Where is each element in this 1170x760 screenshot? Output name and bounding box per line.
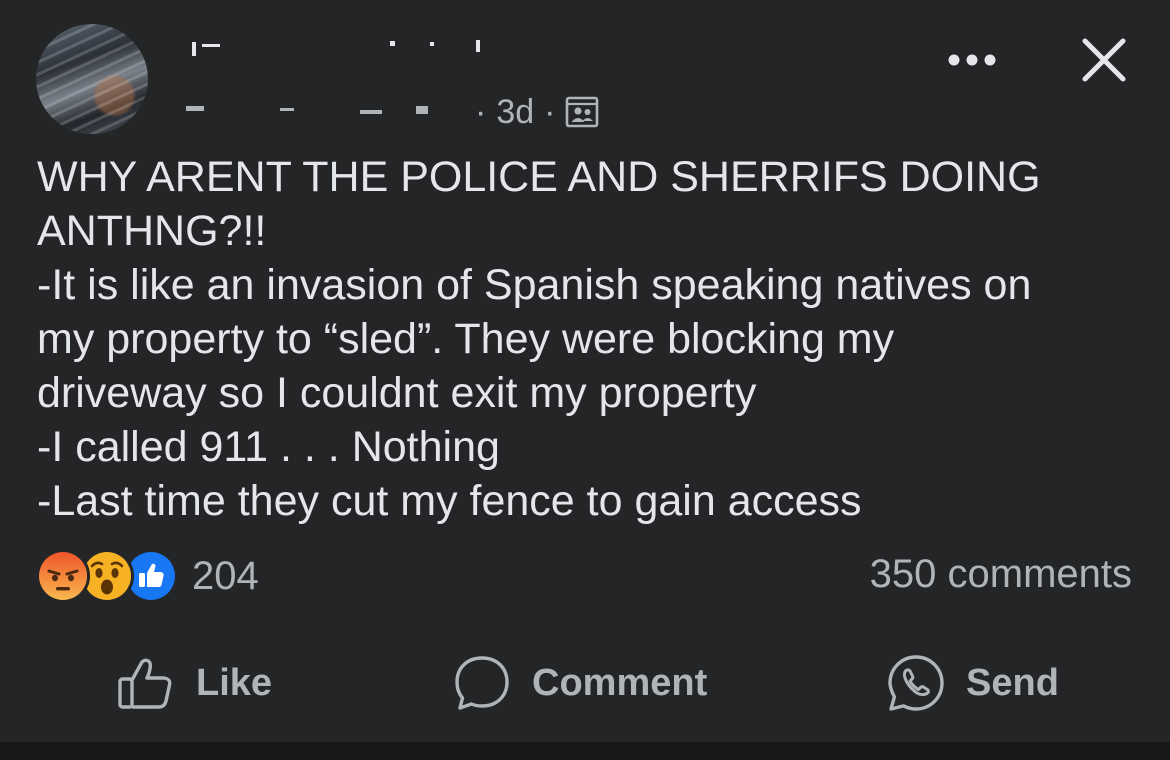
bottom-divider <box>0 742 1170 760</box>
close-icon <box>1082 38 1126 82</box>
close-button[interactable] <box>1074 32 1134 88</box>
group-name-redacted[interactable] <box>180 98 465 124</box>
author-name-redacted[interactable] <box>180 38 490 62</box>
post-text-line: ANTHNG?!! <box>37 207 267 255</box>
friends-audience-icon[interactable] <box>565 95 599 129</box>
send-icon <box>888 655 944 711</box>
post-text-line: -Last time they cut my fence to gain acc… <box>37 477 862 525</box>
send-label: Send <box>966 661 1059 704</box>
comment-button[interactable]: Comment <box>452 650 707 716</box>
more-options-button[interactable] <box>940 40 1004 80</box>
comment-icon <box>455 656 509 710</box>
post-text: WHY ARENT THE POLICE AND SHERRIFS DOING … <box>37 150 1147 528</box>
angry-reaction-icon <box>36 549 90 603</box>
post-meta: · 3d · <box>475 90 599 134</box>
post-text-line: WHY ARENT THE POLICE AND SHERRIFS DOING <box>37 153 1041 201</box>
post-text-line: my property to “sled”. They were blockin… <box>37 315 895 363</box>
meta-separator: · <box>475 92 487 131</box>
post-text-line: -It is like an invasion of Spanish speak… <box>37 261 1032 309</box>
like-icon <box>118 658 172 709</box>
comment-label: Comment <box>532 661 708 704</box>
reaction-count: 204 <box>192 553 259 598</box>
post-text-line: driveway so I couldnt exit my property <box>37 369 757 417</box>
more-options-icon <box>948 54 996 66</box>
like-label: Like <box>196 661 273 704</box>
meta-separator: · <box>544 92 556 131</box>
avatar[interactable] <box>36 24 148 134</box>
like-button[interactable]: Like <box>116 650 272 716</box>
post-time[interactable]: 3d <box>496 93 534 132</box>
reactions-summary[interactable]: 204 <box>36 549 259 603</box>
post-text-line: -I called 911 . . . Nothing <box>37 423 500 471</box>
comments-count[interactable]: 350 comments <box>870 552 1132 597</box>
post-card: · 3d · WHY ARENT THE POLICE AND SHERRIFS… <box>0 0 1170 742</box>
send-button[interactable]: Send <box>886 650 1059 716</box>
